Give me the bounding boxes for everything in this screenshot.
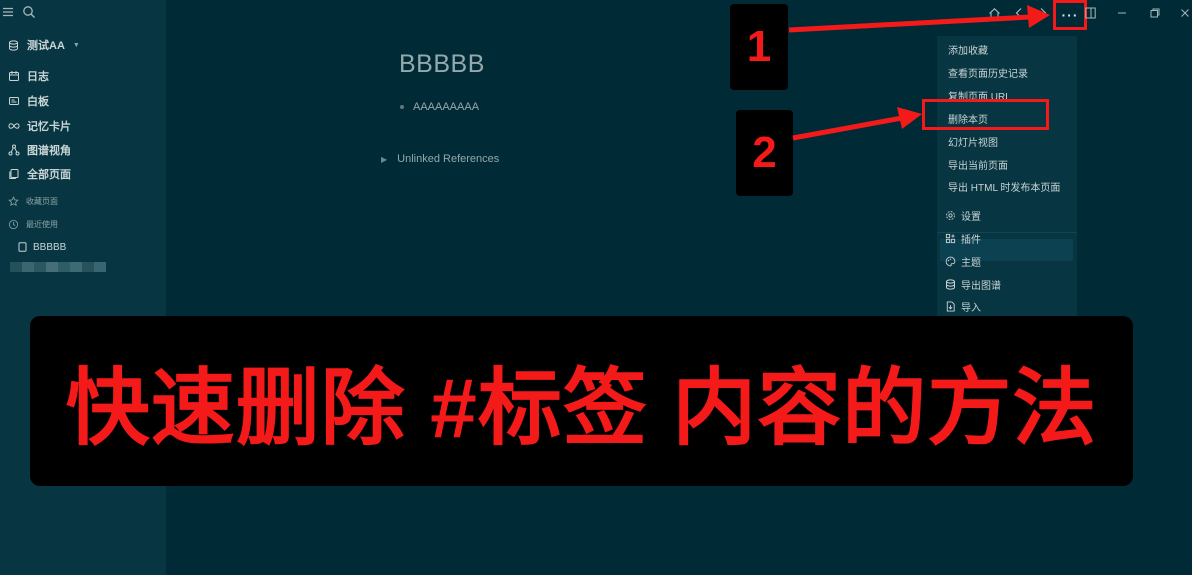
graph-name: 测试AA (27, 40, 65, 52)
gear-icon (946, 211, 955, 220)
step-badge-2: 2 (736, 110, 793, 196)
menu-item-plugins[interactable]: 插件 (945, 231, 981, 246)
menu-icon[interactable] (2, 6, 14, 18)
import-icon (946, 301, 955, 312)
menu-item-export-page[interactable]: 导出当前页面 (948, 157, 1008, 172)
recent-label: 最近使用 (26, 219, 58, 229)
database-icon (9, 39, 18, 51)
graph-selector[interactable]: 测试AA ▼ (8, 36, 80, 54)
history-icon (8, 219, 19, 229)
plugins-icon (945, 233, 956, 244)
unlinked-references-label: Unlinked References (397, 153, 500, 165)
menu-item-label: 主题 (961, 258, 981, 269)
caret-right-icon: ▶ (381, 154, 388, 164)
sidebar-item-whiteboards[interactable]: 白板 (8, 92, 49, 110)
chevron-down-icon: ▼ (72, 41, 80, 49)
menu-item-page-history[interactable]: 查看页面历史记录 (948, 65, 1028, 80)
home-icon[interactable] (987, 6, 1001, 20)
arrow-to-delete-item (792, 107, 922, 141)
sidebar-recent-header[interactable]: 最近使用 (8, 215, 58, 233)
page-icon (18, 242, 27, 252)
menu-item-label: 设置 (961, 212, 981, 223)
block-bullet[interactable] (400, 105, 404, 109)
menu-item-slide-view[interactable]: 幻灯片视图 (948, 134, 998, 149)
page-more-menu: 添加收藏 查看页面历史记录 复制页面 URL 删除本页 幻灯片视图 导出当前页面… (937, 36, 1077, 318)
infinity-icon (8, 123, 20, 129)
title-banner: 快速删除 #标签 内容的方法 (30, 316, 1133, 486)
menu-item-label: 插件 (961, 235, 981, 246)
sidebar-item-label: 日志 (27, 71, 49, 83)
back-icon[interactable] (1013, 6, 1025, 20)
favorites-label: 收藏页面 (26, 196, 58, 206)
pages-icon (9, 169, 19, 179)
sidebar-favorites-header[interactable]: 收藏页面 (8, 192, 58, 210)
menu-item-settings[interactable]: 设置 (945, 208, 981, 223)
more-button[interactable]: ··· (1053, 0, 1087, 30)
maximize-icon[interactable] (1150, 6, 1160, 20)
step-badge-1: 1 (730, 4, 788, 90)
star-icon (8, 195, 19, 206)
page-block[interactable]: AAAAAAAAA (400, 101, 479, 113)
sidebar-item-label: 记忆卡片 (27, 121, 71, 133)
menu-item-import[interactable]: 导入 (945, 299, 981, 314)
unlinked-references[interactable]: ▶ Unlinked References (381, 153, 499, 165)
sidebar-item-flashcards[interactable]: 记忆卡片 (8, 117, 71, 135)
search-icon[interactable] (22, 5, 36, 19)
sidebar-item-label: 白板 (27, 96, 49, 108)
arrow-to-more-button (788, 5, 1050, 33)
more-icon: ··· (1061, 7, 1079, 23)
menu-item-export-graph[interactable]: 导出图谱 (945, 277, 1001, 292)
minimize-icon[interactable] (1117, 6, 1127, 20)
sidebar-item-all-pages[interactable]: 全部页面 (8, 165, 71, 183)
recent-page-label: BBBBB (33, 241, 67, 253)
calendar-icon (9, 71, 19, 81)
sidebar-toggle-icon[interactable] (1084, 6, 1096, 20)
forward-icon[interactable] (1037, 6, 1049, 20)
delete-highlight-box (922, 99, 1049, 130)
sidebar-item-label: 图谱视角 (27, 145, 71, 157)
menu-item-label: 导入 (961, 303, 981, 314)
database-icon (946, 279, 955, 290)
block-text: AAAAAAAAA (413, 101, 480, 113)
blurred-region (10, 262, 106, 272)
graph-icon (8, 144, 20, 156)
menu-item-publish-html[interactable]: 导出 HTML 时发布本页面 (948, 179, 1060, 194)
menu-item-add-favorite[interactable]: 添加收藏 (948, 42, 988, 57)
menu-item-themes[interactable]: 主题 (945, 254, 981, 269)
sidebar-item-label: 全部页面 (27, 169, 71, 181)
whiteboard-icon (9, 97, 19, 105)
sidebar-item-graph-view[interactable]: 图谱视角 (8, 141, 71, 159)
palette-icon (945, 256, 956, 267)
banner-text: 快速删除 #标签 内容的方法 (65, 360, 1098, 455)
close-icon[interactable] (1180, 6, 1190, 20)
menu-item-label: 导出图谱 (961, 281, 1001, 292)
page-title[interactable]: BBBBB (399, 50, 485, 79)
recent-page-item[interactable]: BBBBB (18, 240, 66, 254)
left-sidebar: 测试AA ▼ 日志 白板 记忆卡片 图谱视角 全部页面 收藏页面 最近使用 BB… (0, 0, 166, 575)
sidebar-item-journals[interactable]: 日志 (8, 67, 49, 85)
